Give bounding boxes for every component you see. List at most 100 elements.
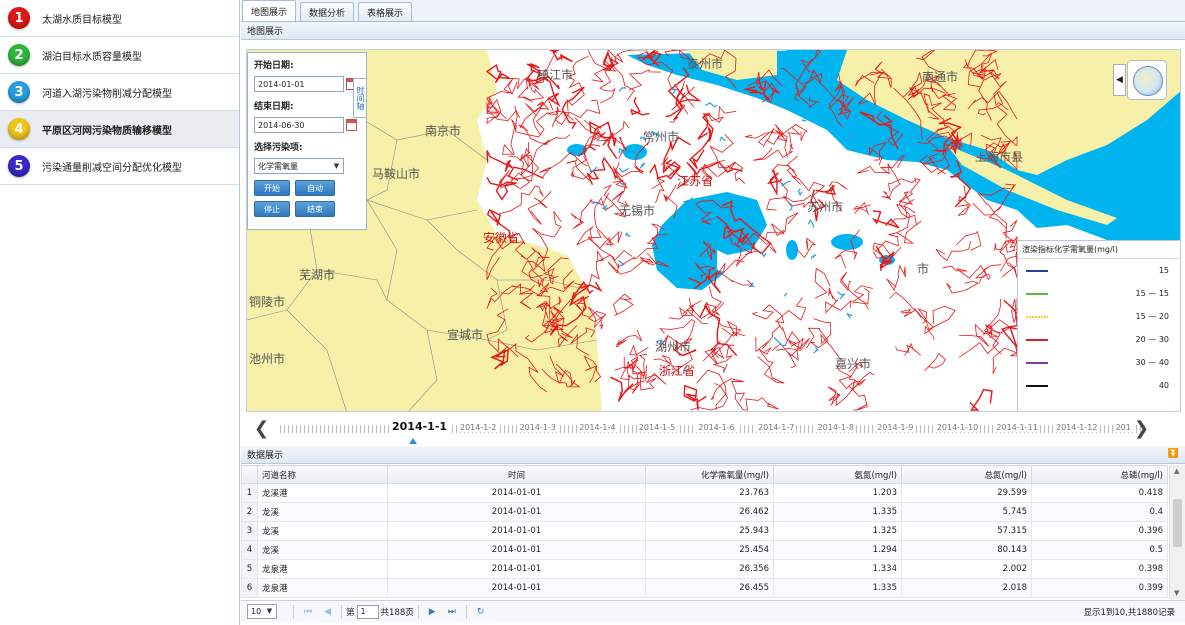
main-area: 地图展示 数据分析 表格展示 地图展示 镇江市 泰州市 南通市 南京市 马鞍山市… xyxy=(241,0,1185,625)
map-label-wuxi: 无锡市 xyxy=(619,204,656,218)
first-page-icon[interactable]: ⏮ xyxy=(304,607,312,617)
start-date-input[interactable]: 2014-01-01 xyxy=(254,76,357,92)
legend-swatch xyxy=(1026,384,1048,387)
table-cell: 26.356 xyxy=(645,559,774,579)
map-label-shanghai: 上海市县 xyxy=(975,150,1024,164)
refresh-icon[interactable]: ↻ xyxy=(477,607,485,617)
map-label-jiaxing: 嘉兴市 xyxy=(835,357,872,371)
table-row[interactable]: 3 龙溪 2014-01-01 25.943 1.325 57.315 0.396 xyxy=(241,521,1168,541)
start-button[interactable]: 开始 xyxy=(254,180,290,196)
table-cell: 57.315 xyxy=(901,521,1032,541)
timeline-label[interactable]: 2014-1-5 xyxy=(636,423,678,432)
table-cell: 2014-01-01 xyxy=(387,559,646,579)
timeline-label[interactable]: 2014-1-7 xyxy=(756,423,797,432)
sidebar-item-2[interactable]: 2 湖泊目标水质容量模型 xyxy=(0,37,239,74)
table-cell: 2014-01-01 xyxy=(387,502,646,522)
pollutant-select[interactable]: 化学需氧量 ▼ xyxy=(254,158,344,174)
sidebar-item-4[interactable]: 4 平原区河网污染物质输移模型 xyxy=(0,111,239,148)
tab-3[interactable]: 表格展示 xyxy=(358,2,413,21)
table-cell: 80.143 xyxy=(901,540,1032,560)
map-label-zhenjiang: 镇江市 xyxy=(537,68,574,82)
scroll-down-icon[interactable]: ▼ xyxy=(1174,589,1179,597)
timeline-marker[interactable] xyxy=(409,438,417,444)
legend-swatch xyxy=(1026,269,1048,272)
legend-label: 15 — 15 xyxy=(1135,289,1169,298)
divider xyxy=(341,604,343,619)
legend-swatch xyxy=(1026,338,1048,341)
legend-rows: 15 15 — 15 15 — 20 20 — 30 30 — 40 40 xyxy=(1018,259,1180,397)
column-header[interactable]: 总磷(mg/l) xyxy=(1031,465,1168,484)
table-row[interactable]: 6 龙泉港 2014-01-01 26.455 1.335 2.018 0.399 xyxy=(241,578,1168,598)
next-page-icon[interactable]: ▶ xyxy=(429,607,436,617)
tab-1[interactable]: 地图展示 xyxy=(242,0,297,21)
table-row[interactable]: 1 龙溪港 2014-01-01 23.763 1.203 29.599 0.418 xyxy=(241,483,1168,503)
scroll-up-icon[interactable]: ▲ xyxy=(1174,467,1179,475)
timeline-prev-icon[interactable]: ❮ xyxy=(254,418,269,439)
sidebar-item-5[interactable]: 5 污染通量削减空间分配优化模型 xyxy=(0,148,239,185)
legend-label: 30 — 40 xyxy=(1135,358,1169,367)
last-page-icon[interactable]: ⏭ xyxy=(448,607,456,617)
timeline-label[interactable]: 2014-1-3 xyxy=(517,423,558,432)
map-label-zhejiang: 浙江省 xyxy=(659,364,696,378)
sidebar-item-3[interactable]: 3 河道入湖污染物削减分配模型 xyxy=(0,74,239,111)
column-header[interactable]: 氨氮(mg/l) xyxy=(773,465,902,484)
end-date-input[interactable]: 2014-06-30 xyxy=(254,117,357,133)
legend-label: 40 xyxy=(1158,381,1169,390)
table-cell: 1.335 xyxy=(773,502,902,522)
page-number-input[interactable]: 1 xyxy=(356,604,379,619)
timeline[interactable]: ❮ 2014-1-1 2014-1-2 2014-1-3 2014-1-4 2014-… xyxy=(246,414,1181,444)
collapse-icon[interactable]: ⏬ xyxy=(1168,449,1179,459)
overview-toggle-button[interactable]: ◀ xyxy=(1113,64,1126,96)
legend-swatch xyxy=(1026,292,1048,295)
row-number: 4 xyxy=(241,540,258,560)
timeline-label[interactable]: 2014-1-10 xyxy=(934,423,981,432)
timeline-label[interactable]: 2014-1-9 xyxy=(875,423,916,432)
table-cell: 5.745 xyxy=(901,502,1032,522)
tab-2[interactable]: 数据分析 xyxy=(300,2,355,21)
legend-swatch xyxy=(1026,315,1048,318)
page-total: 共188页 xyxy=(380,607,414,618)
column-header[interactable]: 河道名称 xyxy=(257,465,388,484)
map-label-tongling: 铜陵市 xyxy=(249,295,286,309)
table-cell: 29.599 xyxy=(901,483,1032,503)
pagination-bar: 10 ▼ ⏮ ◀ 第 1 共188页 ▶ ⏭ ↻ 显示1到10,共1880记录 xyxy=(241,600,1185,622)
timeline-label[interactable]: 2014-1-8 xyxy=(815,423,856,432)
calendar-icon[interactable] xyxy=(346,119,357,131)
map-label-huzhou: 湖州市 xyxy=(655,340,692,354)
chevron-down-icon: ▼ xyxy=(266,607,273,615)
sidebar-item-label: 湖泊目标水质容量模型 xyxy=(42,51,142,63)
timeline-label[interactable]: 2014-1-12 xyxy=(1054,423,1100,432)
stop-button[interactable]: 停止 xyxy=(254,201,290,217)
timeline-label[interactable]: 2014-1-4 xyxy=(577,423,618,432)
timeline-label[interactable]: 201 xyxy=(1113,423,1133,432)
column-header[interactable]: 化学需氧量(mg/l) xyxy=(645,465,774,484)
page-size-select[interactable]: 10 ▼ xyxy=(247,604,277,619)
timeline-next-icon[interactable]: ❯ xyxy=(1134,418,1149,439)
time-axis-toggle[interactable]: 时间轴 xyxy=(353,78,367,118)
timeline-label[interactable]: 2014-1-6 xyxy=(696,423,737,432)
table-row[interactable]: 2 龙溪 2014-01-01 26.462 1.335 5.745 0.4 xyxy=(241,502,1168,522)
map-label-suzhou: 苏州市 xyxy=(807,200,844,214)
column-header[interactable]: 时间 xyxy=(387,465,646,484)
table-cell: 0.5 xyxy=(1031,540,1168,560)
divider xyxy=(465,604,467,619)
prev-page-icon[interactable]: ◀ xyxy=(324,607,331,617)
table-scrollbar[interactable]: ▲ ▼ xyxy=(1169,465,1185,599)
scroll-thumb[interactable] xyxy=(1173,499,1182,547)
column-header[interactable]: 总氮(mg/l) xyxy=(901,465,1032,484)
table-cell: 龙泉港 xyxy=(257,578,388,598)
table-row[interactable]: 5 龙泉港 2014-01-01 26.356 1.334 2.002 0.398 xyxy=(241,559,1168,579)
sidebar-item-1[interactable]: 1 太湖水质目标模型 xyxy=(0,0,239,37)
end-button[interactable]: 结束 xyxy=(295,201,335,217)
table-cell: 1.203 xyxy=(773,483,902,503)
legend-label: 15 — 20 xyxy=(1135,312,1169,321)
auto-button[interactable]: 自动 xyxy=(295,180,335,196)
table-row[interactable]: 4 龙溪 2014-01-01 25.454 1.294 80.143 0.5 xyxy=(241,540,1168,560)
overview-map[interactable] xyxy=(1127,60,1167,100)
timeline-label[interactable]: 2014-1-11 xyxy=(994,423,1040,432)
legend-swatch xyxy=(1026,361,1048,364)
timeline-label[interactable]: 2014-1-2 xyxy=(458,423,499,432)
legend-row: 15 — 20 xyxy=(1018,305,1180,328)
map-legend: 渲染指标化学需氧量(mg/l) 15 15 — 15 15 — 20 20 — 30 3… xyxy=(1017,240,1180,411)
map-view[interactable]: 镇江市 泰州市 南通市 南京市 马鞍山市 常州市 江苏省 无锡市 苏州市 上海市… xyxy=(246,49,1181,412)
